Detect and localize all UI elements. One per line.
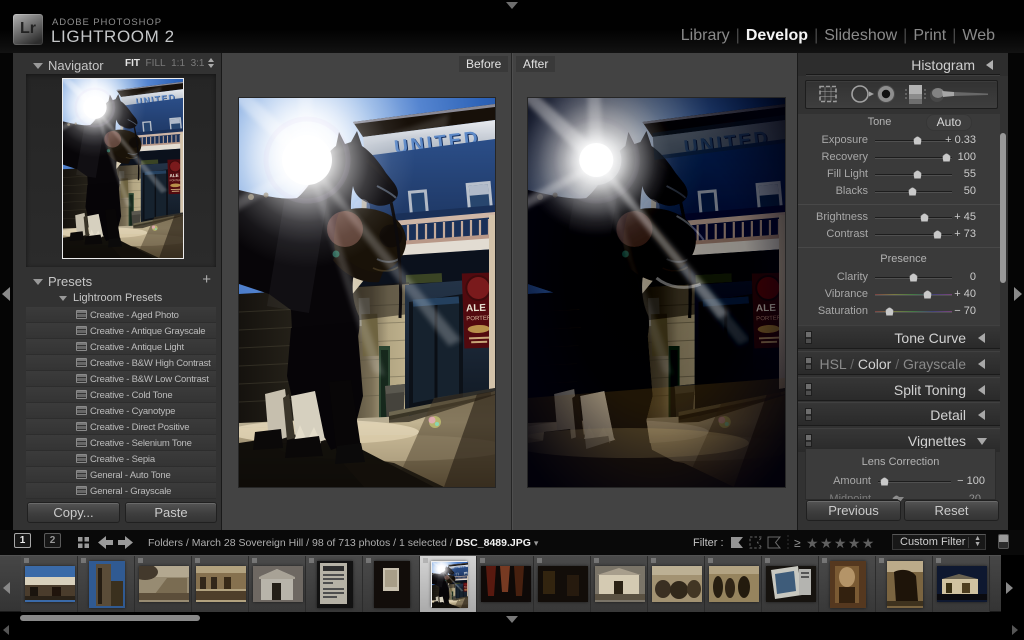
svg-text:≥: ≥ [794, 536, 801, 550]
svg-text:★★★★★: ★★★★★ [806, 535, 876, 551]
